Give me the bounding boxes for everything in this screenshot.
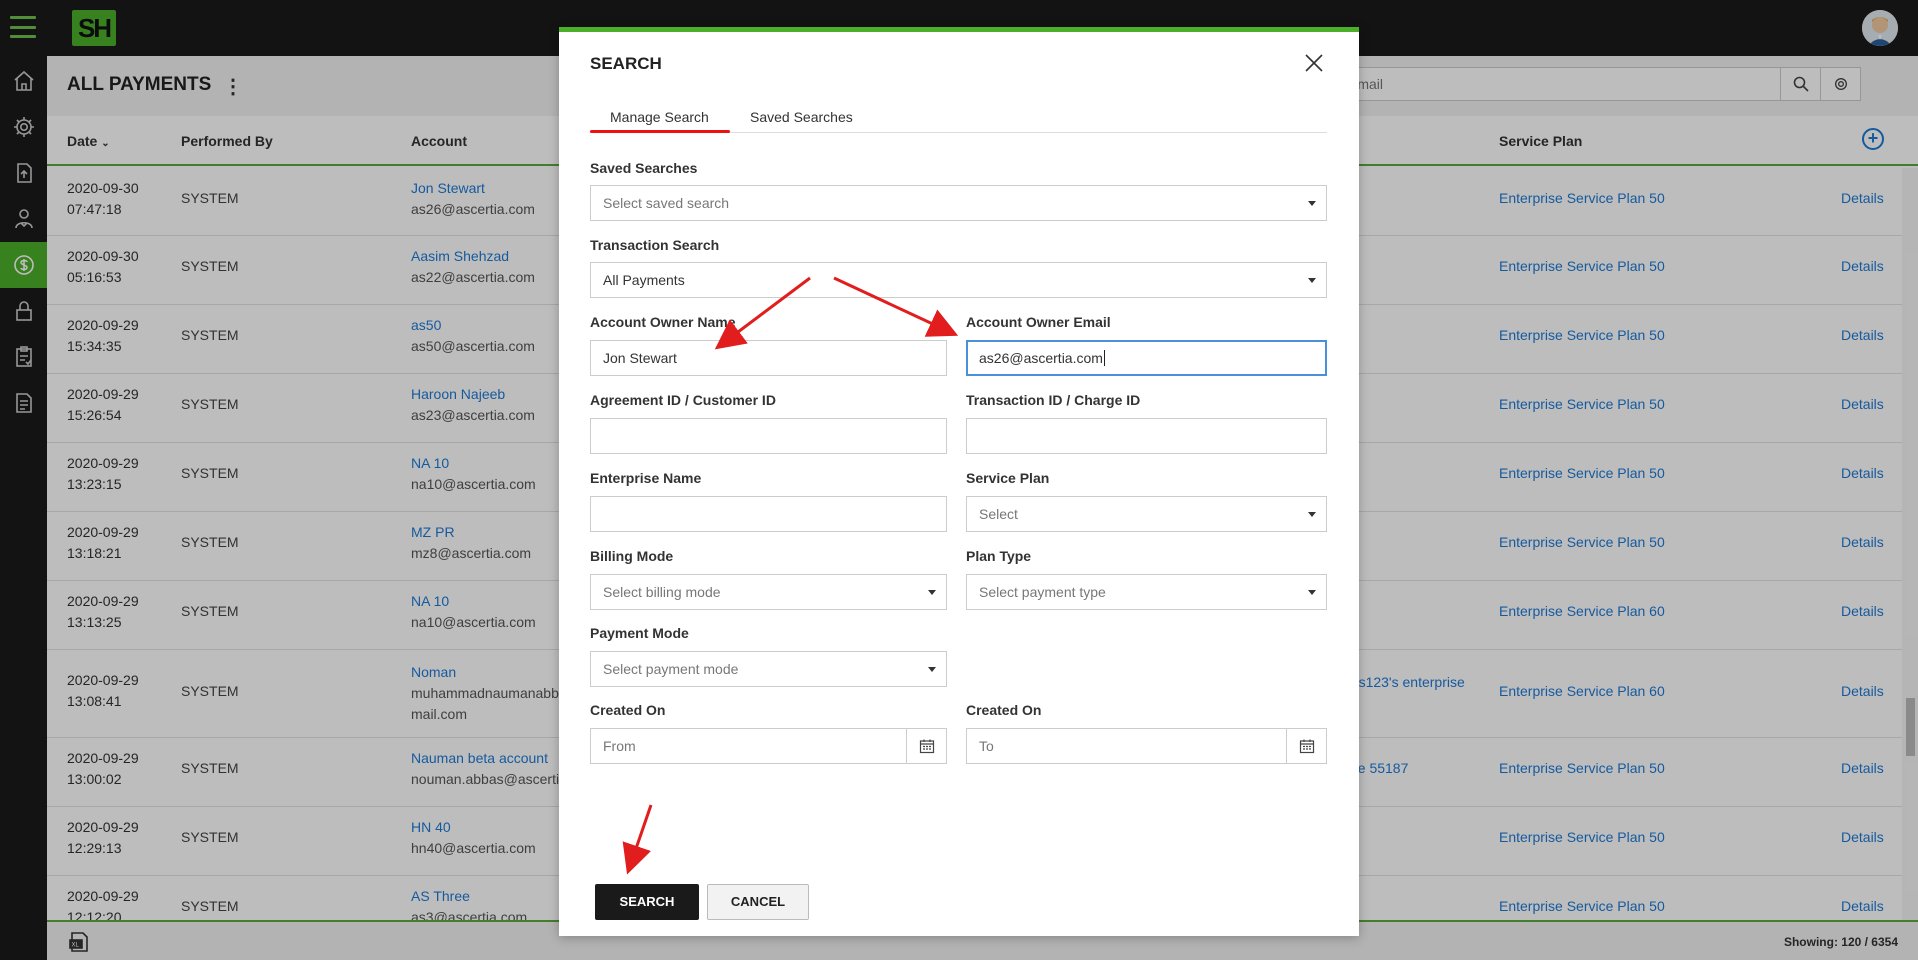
transaction-search-label: Transaction Search <box>590 237 720 253</box>
service-plan-label: Service Plan <box>966 470 1050 486</box>
chevron-down-icon <box>1308 201 1316 206</box>
enterprise-name-label: Enterprise Name <box>590 470 702 486</box>
transaction-search-value: All Payments <box>603 272 685 288</box>
text-cursor <box>1103 350 1105 366</box>
calendar-button[interactable] <box>1286 729 1326 763</box>
modal-tabs: Manage Search Saved Searches <box>590 99 1327 133</box>
payment-mode-placeholder: Select payment mode <box>603 661 739 677</box>
calendar-icon <box>1299 739 1314 754</box>
cancel-button[interactable]: CANCEL <box>707 884 809 920</box>
chevron-down-icon <box>928 667 936 672</box>
close-icon[interactable] <box>1303 52 1325 74</box>
transaction-id-label: Transaction ID / Charge ID <box>966 392 1141 408</box>
billing-mode-label: Billing Mode <box>590 548 674 564</box>
created-to-input[interactable]: To <box>966 728 1327 764</box>
calendar-icon <box>919 739 934 754</box>
service-plan-placeholder: Select <box>979 506 1018 522</box>
created-from-input[interactable]: From <box>590 728 947 764</box>
payment-mode-label: Payment Mode <box>590 625 689 641</box>
transaction-search-select[interactable]: All Payments <box>590 262 1327 298</box>
chevron-down-icon <box>1308 278 1316 283</box>
saved-searches-label: Saved Searches <box>590 160 698 176</box>
saved-searches-select[interactable]: Select saved search <box>590 185 1327 221</box>
owner-email-label: Account Owner Email <box>966 314 1111 330</box>
calendar-button[interactable] <box>906 729 946 763</box>
billing-mode-placeholder: Select billing mode <box>603 584 721 600</box>
modal-title: SEARCH <box>590 54 662 73</box>
owner-name-label: Account Owner Name <box>590 314 736 330</box>
tab-manage-search[interactable]: Manage Search <box>610 109 709 125</box>
billing-mode-select[interactable]: Select billing mode <box>590 574 947 610</box>
payment-mode-select[interactable]: Select payment mode <box>590 651 947 687</box>
enterprise-name-input[interactable] <box>590 496 947 532</box>
owner-email-input[interactable]: as26@ascertia.com <box>966 340 1327 376</box>
chevron-down-icon <box>928 590 936 595</box>
plan-type-label: Plan Type <box>966 548 1032 564</box>
saved-searches-placeholder: Select saved search <box>603 195 730 211</box>
owner-email-value: as26@ascertia.com <box>979 350 1103 366</box>
owner-name-value: Jon Stewart <box>603 350 677 366</box>
search-submit-button[interactable]: SEARCH <box>595 884 699 920</box>
created-from-placeholder: From <box>603 738 636 754</box>
owner-name-input[interactable]: Jon Stewart <box>590 340 947 376</box>
agreement-id-label: Agreement ID / Customer ID <box>590 392 776 408</box>
created-to-placeholder: To <box>979 738 994 754</box>
created-from-label: Created On <box>590 702 666 718</box>
search-modal: SEARCH Manage Search Saved Searches Save… <box>559 27 1359 936</box>
plan-type-select[interactable]: Select payment type <box>966 574 1327 610</box>
active-tab-indicator <box>590 130 730 133</box>
created-to-label: Created On <box>966 702 1042 718</box>
tab-saved-searches[interactable]: Saved Searches <box>750 109 853 125</box>
plan-type-placeholder: Select payment type <box>979 584 1106 600</box>
service-plan-select[interactable]: Select <box>966 496 1327 532</box>
transaction-id-input[interactable] <box>966 418 1327 454</box>
chevron-down-icon <box>1308 512 1316 517</box>
chevron-down-icon <box>1308 590 1316 595</box>
agreement-id-input[interactable] <box>590 418 947 454</box>
